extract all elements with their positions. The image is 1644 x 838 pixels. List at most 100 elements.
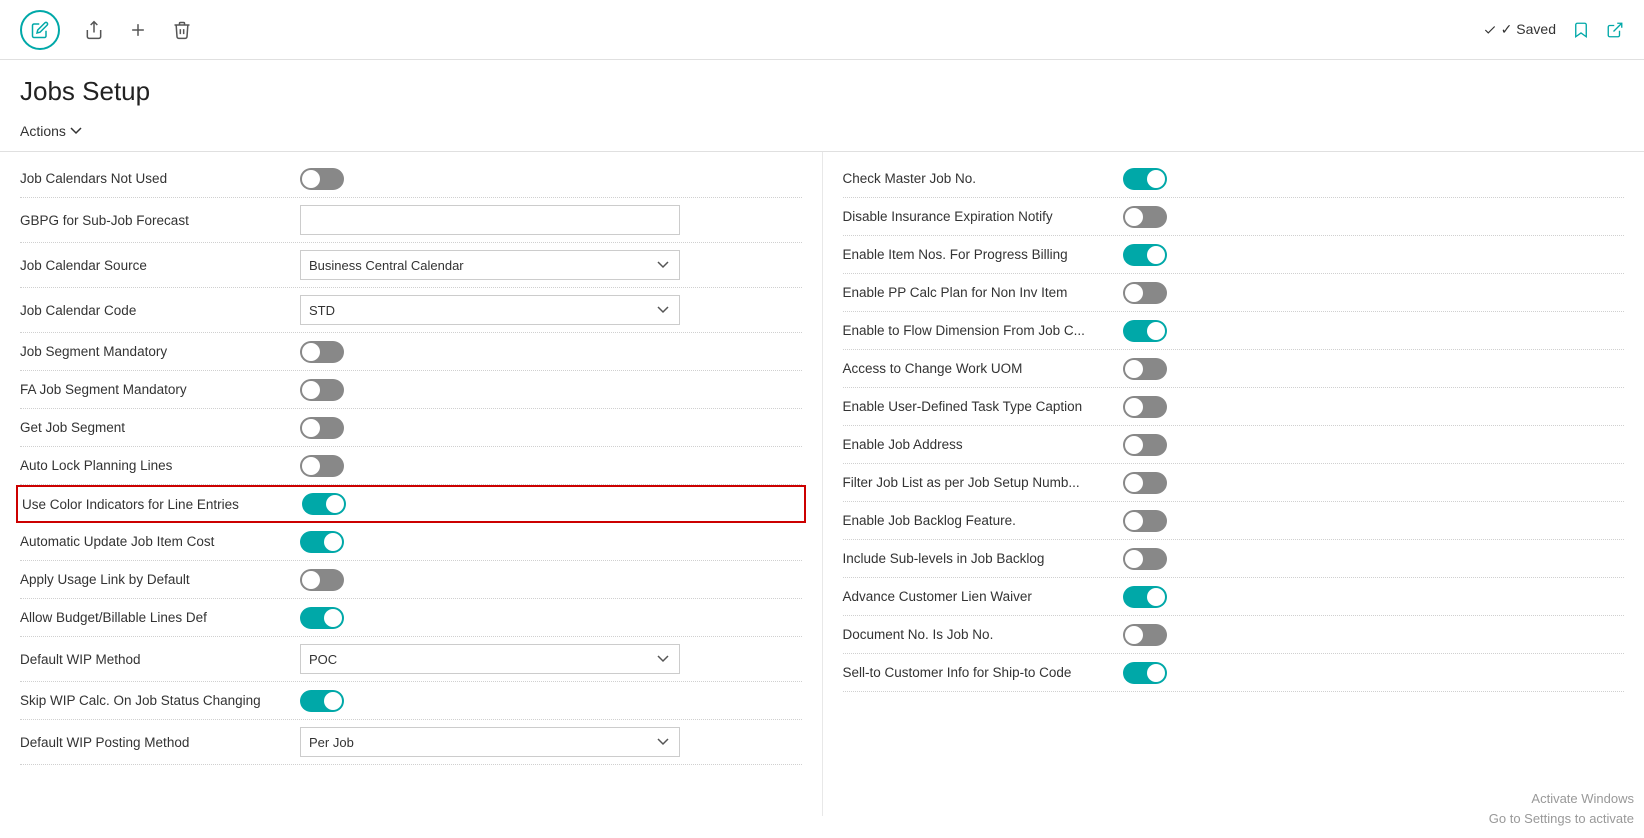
actions-button[interactable]: Actions: [20, 119, 82, 143]
field-value-job-calendars-not-used: [300, 168, 802, 190]
field-row-include-sub-levels-backlog: Include Sub-levels in Job Backlog: [843, 540, 1625, 578]
field-label-enable-flow-dimension: Enable to Flow Dimension From Job C...: [843, 323, 1123, 338]
add-button[interactable]: [128, 20, 148, 40]
field-label-automatic-update-job-item-cost: Automatic Update Job Item Cost: [20, 534, 300, 549]
field-label-document-no-is-job-no: Document No. Is Job No.: [843, 627, 1123, 642]
field-label-skip-wip-calc: Skip WIP Calc. On Job Status Changing: [20, 693, 300, 708]
select-default-wip-method[interactable]: POCCompleted Contract: [300, 644, 680, 674]
field-label-enable-item-nos-progress-billing: Enable Item Nos. For Progress Billing: [843, 247, 1123, 262]
label-text-job-calendar-source: Job Calendar Source: [20, 258, 147, 273]
label-text-include-sub-levels-backlog: Include Sub-levels in Job Backlog: [843, 551, 1045, 566]
toggle-fa-job-segment-mandatory[interactable]: [300, 379, 344, 401]
actions-bar: Actions: [0, 115, 1644, 152]
bookmark-button[interactable]: [1572, 21, 1590, 39]
saved-label: ✓ Saved: [1501, 21, 1556, 38]
field-row-default-wip-method: Default WIP MethodPOCCompleted Contract: [20, 637, 802, 682]
field-row-filter-job-list: Filter Job List as per Job Setup Numb...: [843, 464, 1625, 502]
field-row-enable-user-defined-task: Enable User-Defined Task Type Caption: [843, 388, 1625, 426]
label-text-job-segment-mandatory: Job Segment Mandatory: [20, 344, 167, 359]
field-row-skip-wip-calc: Skip WIP Calc. On Job Status Changing: [20, 682, 802, 720]
edit-button[interactable]: [20, 10, 60, 50]
field-label-auto-lock-planning-lines: Auto Lock Planning Lines: [20, 458, 300, 473]
field-label-job-calendar-code: Job Calendar Code: [20, 303, 300, 318]
field-label-filter-job-list: Filter Job List as per Job Setup Numb...: [843, 475, 1123, 490]
toggle-enable-item-nos-progress-billing[interactable]: [1123, 244, 1167, 266]
toggle-enable-job-backlog[interactable]: [1123, 510, 1167, 532]
field-value-access-change-work-uom: [1123, 358, 1625, 380]
toggle-automatic-update-job-item-cost[interactable]: [300, 531, 344, 553]
field-value-advance-customer-lien-waiver: [1123, 586, 1625, 608]
field-label-enable-pp-calc-plan: Enable PP Calc Plan for Non Inv Item: [843, 285, 1123, 300]
toggle-include-sub-levels-backlog[interactable]: [1123, 548, 1167, 570]
toggle-check-master-job-no[interactable]: [1123, 168, 1167, 190]
field-label-job-calendars-not-used: Job Calendars Not Used: [20, 171, 300, 186]
field-row-advance-customer-lien-waiver: Advance Customer Lien Waiver: [843, 578, 1625, 616]
field-row-default-wip-posting-method: Default WIP Posting MethodPer JobPer Job…: [20, 720, 802, 765]
field-value-skip-wip-calc: [300, 690, 802, 712]
windows-activation-watermark: Activate Windows Go to Settings to activ…: [1489, 789, 1634, 828]
label-text-access-change-work-uom: Access to Change Work UOM: [843, 361, 1023, 376]
field-row-enable-item-nos-progress-billing: Enable Item Nos. For Progress Billing: [843, 236, 1625, 274]
toggle-job-calendars-not-used[interactable]: [300, 168, 344, 190]
share-button[interactable]: [84, 20, 104, 40]
toggle-allow-budget-billable-lines[interactable]: [300, 607, 344, 629]
open-new-button[interactable]: [1606, 21, 1624, 39]
field-row-job-calendar-source: Job Calendar Source Business Central Cale…: [20, 243, 802, 288]
toggle-get-job-segment[interactable]: [300, 417, 344, 439]
right-column: Check Master Job No. Disable Insurance Ex…: [823, 152, 1644, 816]
field-label-default-wip-method: Default WIP Method: [20, 652, 300, 667]
toggle-auto-lock-planning-lines[interactable]: [300, 455, 344, 477]
toolbar: ✓ Saved: [0, 0, 1644, 60]
field-row-gbpg-sub-job: GBPG for Sub-Job Forecast: [20, 198, 802, 243]
field-row-check-master-job-no: Check Master Job No.: [843, 160, 1625, 198]
label-text-get-job-segment: Get Job Segment: [20, 420, 125, 435]
toggle-disable-insurance-expiration[interactable]: [1123, 206, 1167, 228]
label-text-skip-wip-calc: Skip WIP Calc. On Job Status Changing: [20, 693, 261, 708]
label-text-job-calendar-code: Job Calendar Code: [20, 303, 136, 318]
field-value-use-color-indicators: [302, 493, 800, 515]
field-row-enable-pp-calc-plan: Enable PP Calc Plan for Non Inv Item: [843, 274, 1625, 312]
delete-button[interactable]: [172, 20, 192, 40]
field-row-use-color-indicators: Use Color Indicators for Line Entries: [16, 485, 806, 523]
toggle-enable-job-address[interactable]: [1123, 434, 1167, 456]
toggle-enable-pp-calc-plan[interactable]: [1123, 282, 1167, 304]
field-row-automatic-update-job-item-cost: Automatic Update Job Item Cost: [20, 523, 802, 561]
label-text-enable-pp-calc-plan: Enable PP Calc Plan for Non Inv Item: [843, 285, 1068, 300]
select-default-wip-posting-method[interactable]: Per JobPer Job Ledger Entry: [300, 727, 680, 757]
field-value-job-calendar-source: Business Central CalendarCustom Calendar: [300, 250, 802, 280]
field-label-enable-user-defined-task: Enable User-Defined Task Type Caption: [843, 399, 1123, 414]
field-label-check-master-job-no: Check Master Job No.: [843, 171, 1123, 186]
left-column: Job Calendars Not Used GBPG for Sub-Job F…: [0, 152, 823, 816]
toggle-skip-wip-calc[interactable]: [300, 690, 344, 712]
toggle-enable-user-defined-task[interactable]: [1123, 396, 1167, 418]
toggle-apply-usage-link-by-default[interactable]: [300, 569, 344, 591]
field-label-enable-job-backlog: Enable Job Backlog Feature.: [843, 513, 1123, 528]
field-value-filter-job-list: [1123, 472, 1625, 494]
field-label-job-segment-mandatory: Job Segment Mandatory: [20, 344, 300, 359]
label-text-enable-job-backlog: Enable Job Backlog Feature.: [843, 513, 1016, 528]
toggle-access-change-work-uom[interactable]: [1123, 358, 1167, 380]
field-value-enable-pp-calc-plan: [1123, 282, 1625, 304]
windows-line1: Activate Windows: [1489, 789, 1634, 809]
select-job-calendar-source[interactable]: Business Central CalendarCustom Calendar: [300, 250, 680, 280]
select-job-calendar-code[interactable]: STDDEFAULT: [300, 295, 680, 325]
page-title: Jobs Setup: [20, 76, 1624, 107]
label-text-disable-insurance-expiration: Disable Insurance Expiration Notify: [843, 209, 1053, 224]
toggle-job-segment-mandatory[interactable]: [300, 341, 344, 363]
field-label-use-color-indicators: Use Color Indicators for Line Entries: [22, 497, 302, 512]
toggle-filter-job-list[interactable]: [1123, 472, 1167, 494]
toggle-enable-flow-dimension[interactable]: [1123, 320, 1167, 342]
toggle-use-color-indicators[interactable]: [302, 493, 346, 515]
field-value-disable-insurance-expiration: [1123, 206, 1625, 228]
toggle-sell-to-customer-info[interactable]: [1123, 662, 1167, 684]
label-text-advance-customer-lien-waiver: Advance Customer Lien Waiver: [843, 589, 1032, 604]
toggle-document-no-is-job-no[interactable]: [1123, 624, 1167, 646]
field-label-job-calendar-source: Job Calendar Source: [20, 258, 300, 273]
input-gbpg-sub-job[interactable]: [300, 205, 680, 235]
field-row-enable-job-address: Enable Job Address: [843, 426, 1625, 464]
field-value-enable-flow-dimension: [1123, 320, 1625, 342]
toggle-advance-customer-lien-waiver[interactable]: [1123, 586, 1167, 608]
windows-line2: Go to Settings to activate: [1489, 809, 1634, 829]
field-label-include-sub-levels-backlog: Include Sub-levels in Job Backlog: [843, 551, 1123, 566]
field-row-enable-flow-dimension: Enable to Flow Dimension From Job C...: [843, 312, 1625, 350]
